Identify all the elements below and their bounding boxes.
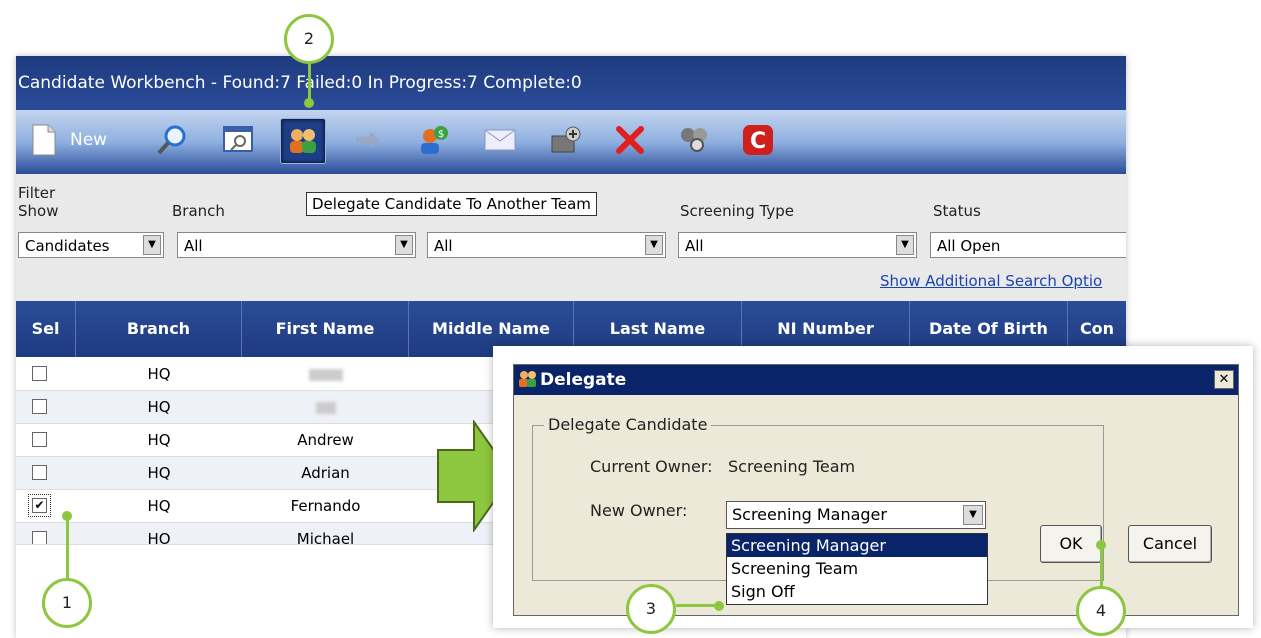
- delete-icon[interactable]: [608, 118, 652, 162]
- new-owner-options: Screening Manager Screening Team Sign Of…: [726, 533, 988, 605]
- new-owner-value: Screening Manager: [732, 505, 887, 524]
- row-checkbox[interactable]: [32, 465, 47, 480]
- branch-cell: HQ: [147, 464, 171, 482]
- column-header[interactable]: First Name: [242, 301, 409, 357]
- third-filter-select[interactable]: All ▼: [427, 232, 666, 258]
- new-document-icon[interactable]: [22, 118, 66, 162]
- callout-3-dot: [714, 601, 724, 611]
- first-name-cell: Andrew: [297, 431, 354, 449]
- add-briefcase-icon[interactable]: [544, 118, 588, 162]
- ok-button[interactable]: OK: [1040, 525, 1102, 563]
- callout-4-dot: [1096, 540, 1106, 550]
- chevron-down-icon[interactable]: ▼: [896, 235, 914, 255]
- third-filter-value: All: [434, 237, 453, 255]
- chevron-down-icon[interactable]: ▼: [963, 505, 983, 525]
- delegate-dialog: Delegate ✕ Delegate Candidate Current Ow…: [513, 364, 1239, 616]
- status-label: Status: [933, 202, 981, 220]
- branch-cell: HQ: [147, 497, 171, 515]
- chevron-down-icon[interactable]: ▼: [395, 235, 413, 255]
- delegate-team-icon: [518, 369, 538, 399]
- callout-2-line: [308, 64, 311, 102]
- row-checkbox[interactable]: [32, 399, 47, 414]
- c-icon[interactable]: C: [736, 118, 780, 162]
- show-select[interactable]: Candidates ▼: [18, 232, 164, 258]
- status-select-value: All Open: [937, 237, 1001, 255]
- owner-option[interactable]: Screening Manager: [727, 534, 987, 557]
- branch-cell: HQ: [147, 431, 171, 449]
- callout-3: 3: [626, 584, 676, 634]
- window-title: Candidate Workbench - Found:7 Failed:0 I…: [16, 56, 1126, 110]
- delegate-tooltip: Delegate Candidate To Another Team: [306, 192, 597, 216]
- assign-user-icon[interactable]: $: [412, 118, 456, 162]
- delegate-dialog-frame: Delegate ✕ Delegate Candidate Current Ow…: [493, 346, 1253, 628]
- owner-option[interactable]: Sign Off: [727, 580, 987, 603]
- screening-type-select[interactable]: All ▼: [678, 232, 917, 258]
- users-search-icon[interactable]: [672, 118, 716, 162]
- show-select-value: Candidates: [25, 237, 110, 255]
- callout-2: 2: [284, 14, 334, 64]
- screening-type-label: Screening Type: [680, 202, 794, 220]
- current-owner-value: Screening Team: [728, 457, 856, 476]
- cancel-button[interactable]: Cancel: [1128, 525, 1212, 563]
- first-name-cell: Michael: [296, 530, 355, 545]
- status-select[interactable]: All Open: [930, 232, 1126, 258]
- branch-label: Branch: [172, 202, 225, 220]
- branch-cell: HO: [147, 530, 171, 545]
- new-owner-select[interactable]: Screening Manager ▼: [726, 501, 986, 529]
- show-label: Show: [18, 202, 59, 220]
- callout-1-line: [66, 520, 69, 580]
- redacted-name: [308, 368, 343, 381]
- first-name-cell: Adrian: [301, 464, 350, 482]
- screening-type-value: All: [685, 237, 704, 255]
- row-checkbox[interactable]: [32, 531, 47, 544]
- svg-text:$: $: [438, 129, 444, 140]
- first-name-cell: [242, 358, 409, 391]
- delegate-team-icon[interactable]: [280, 118, 326, 164]
- branch-select[interactable]: All ▼: [177, 232, 416, 258]
- chevron-down-icon[interactable]: ▼: [645, 235, 663, 255]
- branch-select-value: All: [184, 237, 203, 255]
- new-button-label[interactable]: New: [70, 130, 107, 150]
- callout-4-line: [1100, 548, 1103, 588]
- redacted-name: [315, 401, 336, 414]
- delegate-candidate-legend: Delegate Candidate: [544, 415, 712, 434]
- callout-1-dot: [62, 511, 72, 521]
- row-checkbox[interactable]: [32, 366, 47, 381]
- branch-cell: HQ: [147, 365, 171, 383]
- arrow-right-icon[interactable]: [346, 118, 390, 162]
- callout-4: 4: [1076, 586, 1126, 636]
- search-window-icon[interactable]: [216, 118, 260, 162]
- callout-1: 1: [42, 578, 92, 628]
- toolbar: New $ C: [16, 110, 1126, 174]
- additional-search-options-link[interactable]: Show Additional Search Optio: [880, 272, 1102, 290]
- new-owner-label: New Owner:: [590, 501, 688, 520]
- callout-2-dot: [304, 98, 314, 108]
- column-header[interactable]: Sel: [16, 301, 76, 357]
- column-header[interactable]: Branch: [76, 301, 242, 357]
- row-checkbox[interactable]: [32, 432, 47, 447]
- current-owner-label: Current Owner:: [590, 457, 713, 476]
- first-name-cell: Fernando: [290, 497, 361, 515]
- callout-3-line: [676, 604, 718, 607]
- owner-option[interactable]: Screening Team: [727, 557, 987, 580]
- dialog-title: Delegate: [540, 370, 627, 390]
- filter-group-label: Filter: [18, 184, 56, 202]
- close-icon[interactable]: ✕: [1214, 370, 1234, 389]
- first-name-cell: [242, 391, 409, 424]
- row-checkbox-checked[interactable]: ✔: [28, 494, 51, 517]
- chevron-down-icon[interactable]: ▼: [143, 235, 161, 255]
- branch-cell: HQ: [147, 398, 171, 416]
- svg-text:C: C: [750, 129, 766, 154]
- search-icon[interactable]: [150, 118, 194, 162]
- email-icon[interactable]: [478, 118, 522, 162]
- dialog-titlebar: Delegate ✕: [514, 365, 1238, 395]
